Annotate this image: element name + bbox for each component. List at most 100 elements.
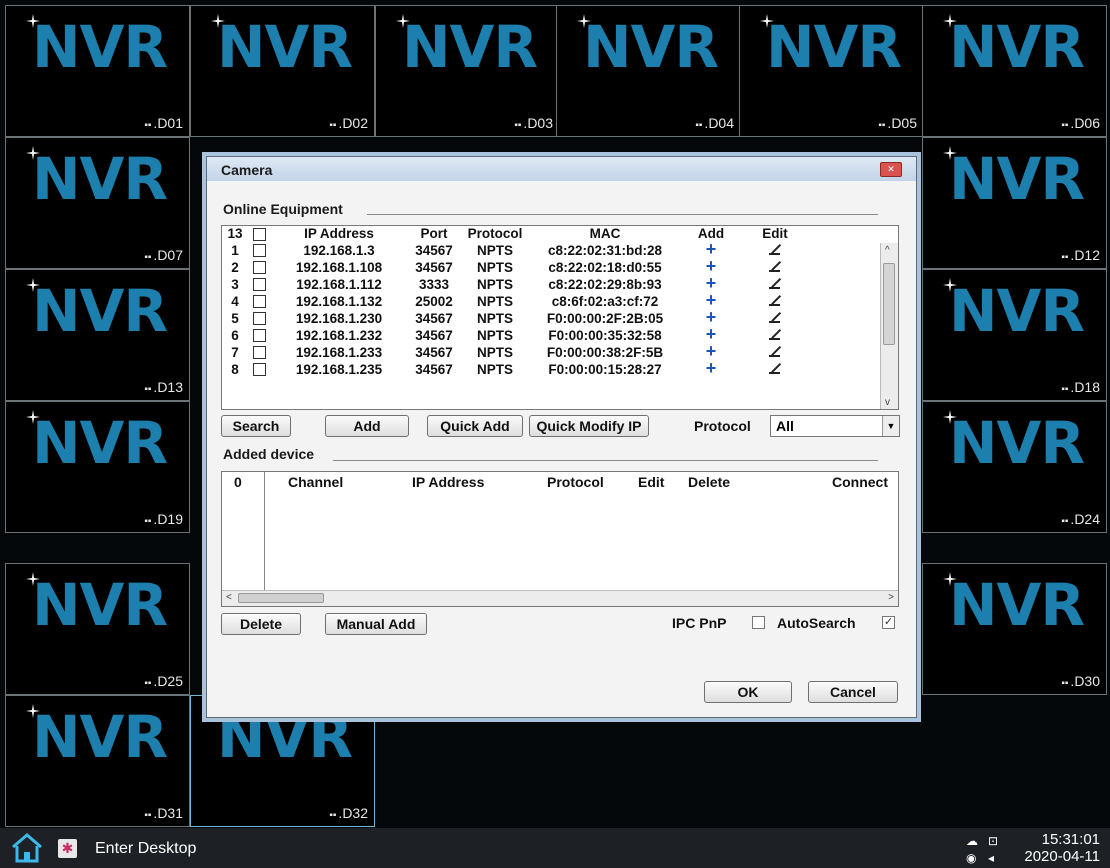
select-all-checkbox[interactable]	[248, 226, 270, 242]
camera-tile[interactable]: NVR ▪▪ .D19	[5, 401, 190, 533]
scroll-left-icon[interactable]: <	[226, 592, 232, 603]
camera-tile[interactable]: NVR ▪▪ .D30	[922, 563, 1107, 695]
online-equipment-list[interactable]: 13 IP Address Port Protocol MAC Add Edit…	[221, 225, 899, 410]
ipc-pnp-checkbox[interactable]	[752, 616, 765, 629]
scroll-up-icon[interactable]: ^	[885, 245, 890, 256]
ok-button[interactable]: OK	[704, 681, 792, 703]
col-edit[interactable]: Edit	[638, 474, 664, 490]
camera-icon: ▪▪	[1061, 516, 1069, 527]
table-row[interactable]: 3 192.168.1.112 3333 NPTS c8:22:02:29:8b:93 +	[222, 274, 808, 293]
edit-pencil-icon[interactable]	[742, 293, 808, 310]
sparkle-icon	[26, 278, 40, 292]
camera-tile[interactable]: NVR ▪▪ .D06	[922, 5, 1107, 137]
table-row[interactable]: 4 192.168.1.132 25002 NPTS c8:6f:02:a3:cf:72…	[222, 291, 808, 310]
edit-pencil-icon[interactable]	[742, 361, 808, 378]
col-ip-address[interactable]: IP Address	[270, 226, 408, 242]
col-delete[interactable]: Delete	[688, 474, 730, 490]
table-row[interactable]: 7 192.168.1.233 34567 NPTS F0:00:00:38:2F:5B…	[222, 342, 808, 361]
nvr-logo: NVR	[211, 14, 353, 76]
enter-desktop-label[interactable]: Enter Desktop	[95, 840, 196, 858]
nvr-logo: NVR	[943, 278, 1085, 340]
channel-label: ▪▪ .D03	[514, 115, 553, 131]
online-list-scrollbar[interactable]: ^ v	[880, 243, 898, 409]
search-button[interactable]: Search	[221, 415, 291, 437]
chevron-down-icon[interactable]: ▼	[882, 416, 899, 436]
col-protocol[interactable]: Protocol	[547, 474, 604, 490]
protocol-select[interactable]: All ▼	[770, 415, 900, 437]
nvr-logo: NVR	[26, 278, 168, 340]
table-row[interactable]: 1 192.168.1.3 34567 NPTS c8:22:02:31:bd:28 +	[222, 240, 808, 259]
cancel-button[interactable]: Cancel	[808, 681, 898, 703]
scroll-down-icon[interactable]: v	[885, 397, 890, 408]
col-ip-address[interactable]: IP Address	[412, 474, 484, 490]
quick-add-button[interactable]: Quick Add	[427, 415, 523, 437]
col-port[interactable]: Port	[408, 226, 460, 242]
channel-label-text: D25	[157, 673, 183, 689]
col-mac[interactable]: MAC	[530, 226, 680, 242]
channel-label-text: D13	[157, 379, 183, 395]
add-button[interactable]: Add	[325, 415, 409, 437]
edit-pencil-icon[interactable]	[742, 242, 808, 259]
camera-tile[interactable]: NVR ▪▪ .D31	[5, 695, 190, 827]
edit-pencil-icon[interactable]	[742, 276, 808, 293]
home-icon[interactable]	[10, 832, 44, 864]
table-row[interactable]: 2 192.168.1.108 34567 NPTS c8:22:02:18:d0:55…	[222, 257, 808, 276]
camera-tile[interactable]: NVR ▪▪ .D12	[922, 137, 1107, 269]
camera-tile[interactable]: NVR ▪▪ .D24	[922, 401, 1107, 533]
added-list-hscrollbar[interactable]: < >	[222, 590, 898, 606]
camera-tile[interactable]: NVR ▪▪ .D13	[5, 269, 190, 401]
row-checkbox[interactable]	[248, 259, 270, 276]
camera-tile[interactable]: NVR ▪▪ .D03	[375, 5, 560, 137]
camera-tile[interactable]: NVR ▪▪ .D05	[739, 5, 924, 137]
camera-tile[interactable]: NVR ▪▪ .D25	[5, 563, 190, 695]
delete-button[interactable]: Delete	[221, 613, 301, 635]
camera-icon: ▪▪	[1061, 384, 1069, 395]
row-port: 34567	[415, 242, 453, 258]
row-checkbox[interactable]	[248, 293, 270, 310]
edit-pencil-icon[interactable]	[742, 344, 808, 361]
row-checkbox[interactable]	[248, 327, 270, 344]
col-connect[interactable]: Connect	[832, 474, 888, 490]
camera-tile[interactable]: NVR ▪▪ .D18	[922, 269, 1107, 401]
row-checkbox[interactable]	[248, 276, 270, 293]
autosearch-checkbox[interactable]: ✓	[882, 616, 895, 629]
channel-label: ▪▪ .D24	[1061, 511, 1100, 527]
nvr-logo-text: NVR	[32, 409, 168, 477]
col-protocol[interactable]: Protocol	[460, 226, 530, 242]
col-channel[interactable]: Channel	[288, 474, 343, 490]
edit-pencil-icon[interactable]	[742, 310, 808, 327]
settings-gear-icon[interactable]: ✱	[58, 839, 77, 858]
camera-tile[interactable]: NVR ▪▪ .D04	[556, 5, 741, 137]
col-edit[interactable]: Edit	[742, 226, 808, 242]
row-ip: 192.168.1.112	[296, 276, 382, 292]
row-checkbox[interactable]	[248, 344, 270, 361]
camera-icon: ▪▪	[695, 120, 703, 131]
camera-tile[interactable]: NVR ▪▪ .D01	[5, 5, 190, 137]
row-mac: c8:22:02:29:8b:93	[548, 276, 662, 292]
table-row[interactable]: 6 192.168.1.232 34567 NPTS F0:00:00:35:32:58…	[222, 325, 808, 344]
row-checkbox[interactable]	[248, 310, 270, 327]
scroll-right-icon[interactable]: >	[888, 592, 894, 603]
sparkle-icon	[26, 14, 40, 28]
row-checkbox[interactable]	[248, 242, 270, 259]
volume-icon: ◂	[988, 851, 995, 865]
add-plus-icon[interactable]: +	[680, 359, 742, 378]
manual-add-button[interactable]: Manual Add	[325, 613, 427, 635]
close-icon[interactable]: ✕	[880, 162, 902, 177]
row-checkbox[interactable]	[248, 361, 270, 378]
camera-tile[interactable]: NVR ▪▪ .D02	[190, 5, 375, 137]
added-device-list[interactable]: 0 Channel IP Address Protocol Edit Delet…	[221, 471, 899, 607]
scroll-thumb[interactable]	[238, 593, 324, 603]
dialog-titlebar[interactable]: Camera ✕	[207, 157, 916, 181]
camera-tile[interactable]: NVR ▪▪ .D07	[5, 137, 190, 269]
edit-pencil-icon[interactable]	[742, 327, 808, 344]
row-port: 3333	[418, 276, 450, 292]
edit-pencil-icon[interactable]	[742, 259, 808, 276]
nvr-logo-text: NVR	[949, 13, 1085, 81]
quick-modify-ip-button[interactable]: Quick Modify IP	[529, 415, 649, 437]
row-protocol: NPTS	[476, 361, 513, 377]
table-row[interactable]: 5 192.168.1.230 34567 NPTS F0:00:00:2F:2B:05…	[222, 308, 808, 327]
row-mac: c8:22:02:31:bd:28	[547, 242, 663, 258]
scroll-thumb[interactable]	[883, 263, 895, 345]
table-row[interactable]: 8 192.168.1.235 34567 NPTS F0:00:00:15:28:27…	[222, 359, 808, 378]
